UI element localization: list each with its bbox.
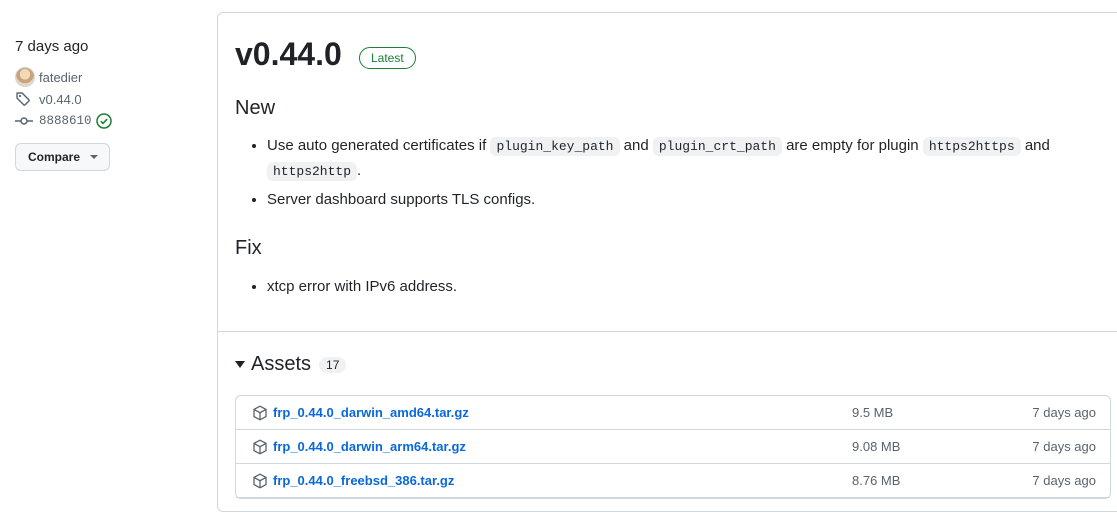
compare-label: Compare xyxy=(28,150,81,164)
asset-row: frp_0.44.0_darwin_arm64.tar.gz 9.08 MB 7… xyxy=(236,430,1110,464)
commit-sha[interactable]: 8888610 xyxy=(39,114,92,128)
new-heading: New xyxy=(235,97,276,119)
package-icon xyxy=(252,473,268,494)
release-card: v0.44.0 Latest New Use auto generated ce… xyxy=(217,12,1117,512)
asset-date: 7 days ago xyxy=(1032,405,1096,420)
release-title[interactable]: v0.44.0 xyxy=(235,36,342,73)
note-text: . xyxy=(357,162,362,179)
fix-heading: Fix xyxy=(235,237,262,259)
package-icon xyxy=(252,439,268,460)
code-https2http: https2http xyxy=(267,162,358,181)
release-body: v0.44.0 Latest New Use auto generated ce… xyxy=(218,13,1117,332)
asset-size: 9.5 MB xyxy=(852,405,894,420)
asset-row: frp_0.44.0_darwin_amd64.tar.gz 9.5 MB 7 … xyxy=(236,396,1110,430)
asset-size: 8.76 MB xyxy=(852,473,901,488)
latest-badge: Latest xyxy=(359,47,416,69)
list-item: xtcp error with IPv6 address. xyxy=(267,275,1097,299)
assets-toggle[interactable]: Assets 17 xyxy=(235,353,347,376)
list-item: Server dashboard supports TLS configs. xyxy=(267,188,1097,212)
code-plugin-key-path: plugin_key_path xyxy=(490,137,620,156)
asset-link[interactable]: frp_0.44.0_darwin_arm64.tar.gz xyxy=(273,439,466,454)
note-text: and xyxy=(1024,137,1050,154)
asset-date: 7 days ago xyxy=(1032,473,1096,488)
chevron-down-icon xyxy=(90,155,99,159)
tag-icon xyxy=(15,89,35,109)
author-name[interactable]: fatedier xyxy=(39,70,82,85)
triangle-down-icon xyxy=(235,361,245,368)
asset-date: 7 days ago xyxy=(1032,439,1096,454)
note-text: Use auto generated certificates if xyxy=(267,137,487,154)
assets-list: frp_0.44.0_darwin_amd64.tar.gz 9.5 MB 7 … xyxy=(235,395,1111,499)
asset-size: 9.08 MB xyxy=(852,439,901,454)
code-https2https: https2https xyxy=(922,137,1021,156)
asset-link[interactable]: frp_0.44.0_freebsd_386.tar.gz xyxy=(273,473,454,488)
release-sidebar: 7 days ago fatedier v0.44.0 8888610 Comp… xyxy=(15,38,205,171)
list-item: Use auto generated certificates if plugi… xyxy=(267,134,1097,184)
new-list: Use auto generated certificates if plugi… xyxy=(235,134,1097,216)
package-icon xyxy=(252,405,268,426)
fix-list: xtcp error with IPv6 address. xyxy=(235,275,1097,303)
verified-check-icon[interactable] xyxy=(95,113,112,129)
release-date: 7 days ago xyxy=(15,38,89,55)
commit-row[interactable]: 8888610 xyxy=(15,111,205,131)
note-text: are empty for plugin xyxy=(786,137,919,154)
author-row[interactable]: fatedier xyxy=(15,67,205,87)
assets-count-badge: 17 xyxy=(319,356,347,373)
tag-label[interactable]: v0.44.0 xyxy=(39,92,82,107)
tag-row[interactable]: v0.44.0 xyxy=(15,89,205,109)
commit-icon xyxy=(15,111,35,131)
assets-title[interactable]: Assets xyxy=(251,353,311,376)
avatar[interactable] xyxy=(15,67,35,87)
asset-row: frp_0.44.0_freebsd_386.tar.gz 8.76 MB 7 … xyxy=(236,464,1110,498)
code-plugin-crt-path: plugin_crt_path xyxy=(652,137,782,156)
compare-button[interactable]: Compare xyxy=(15,143,110,171)
asset-link[interactable]: frp_0.44.0_darwin_amd64.tar.gz xyxy=(273,405,469,420)
note-text: and xyxy=(623,137,649,154)
